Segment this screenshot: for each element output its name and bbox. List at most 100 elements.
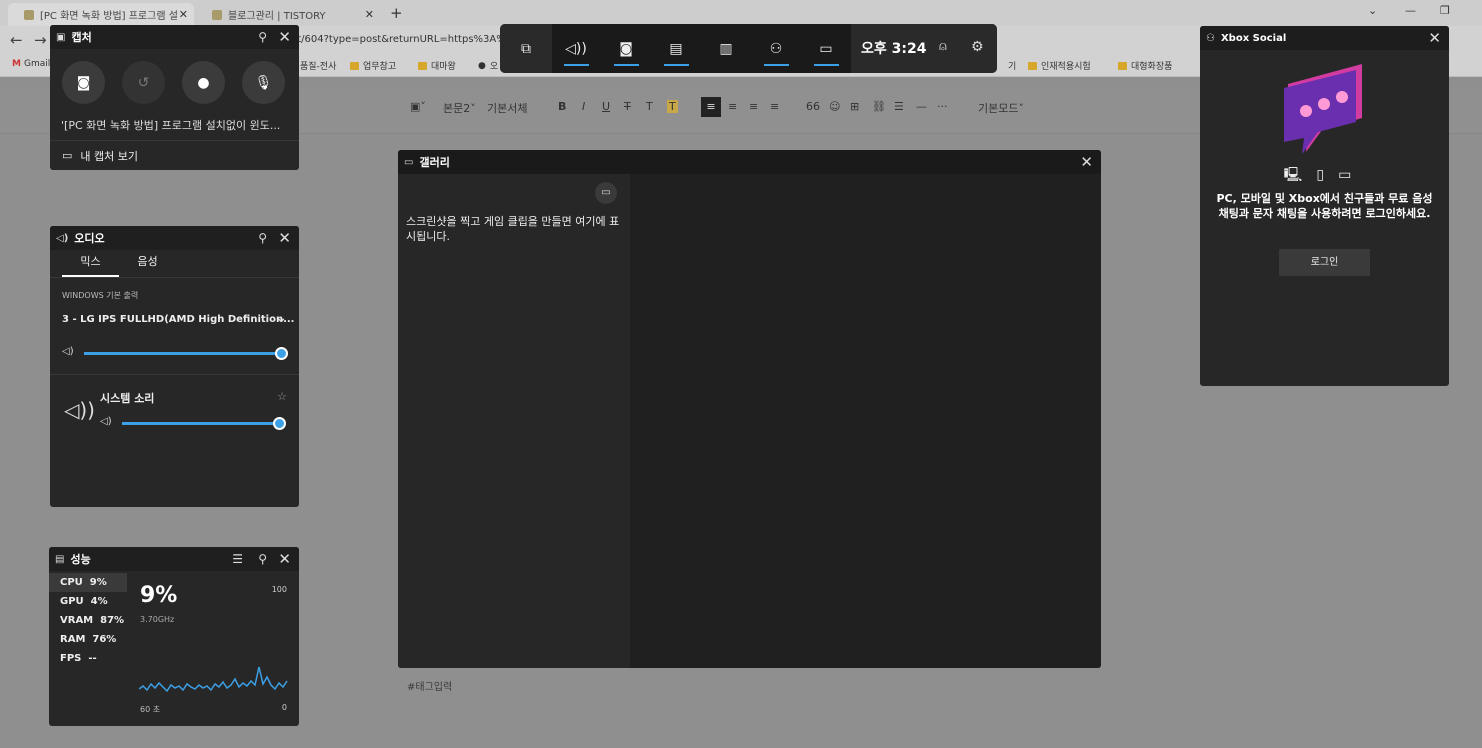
slider-fill <box>122 422 280 425</box>
align-justify-icon[interactable]: ≡ <box>770 100 779 113</box>
login-button[interactable]: 로그인 <box>1279 249 1370 276</box>
bookmark-item[interactable]: 인재적용시험 <box>1028 59 1091 72</box>
pin-icon[interactable]: ⚲ <box>258 552 267 566</box>
back-icon[interactable]: ← <box>10 31 23 49</box>
divider-icon[interactable]: — <box>916 100 927 113</box>
quote-icon[interactable]: 66 <box>806 100 820 113</box>
underline-icon[interactable]: U <box>602 100 610 113</box>
slider-track[interactable] <box>84 347 288 360</box>
tab-voice[interactable]: 음성 <box>119 250 176 277</box>
slider-thumb[interactable] <box>273 417 286 430</box>
bookmark-item[interactable]: ● 오 <box>478 59 498 73</box>
close-tab-icon[interactable]: ✕ <box>179 8 188 21</box>
pin-icon[interactable]: ⚲ <box>258 231 267 245</box>
gallery-widget: ▭ 갤러리 ✕ ▭ 스크린샷을 찍고 게임 클립을 만들면 여기에 표시됩니다. <box>398 150 1101 668</box>
capture-toggle-button[interactable]: ◙ <box>602 24 650 73</box>
app-volume-slider[interactable]: ◁) <box>100 416 290 430</box>
italic-icon[interactable]: I <box>582 100 585 113</box>
strikethrough-icon[interactable]: T <box>624 100 631 113</box>
image-insert-icon[interactable]: ▣˅ <box>410 100 426 113</box>
speaker-icon: ◁)) <box>64 398 95 422</box>
chat-bubble-illustration-icon <box>1284 64 1362 154</box>
table-icon[interactable]: ⊞ <box>850 100 859 113</box>
mouse-icon[interactable]: ⍝ <box>939 39 947 54</box>
resources-toggle-button[interactable]: ▥ <box>702 24 750 73</box>
record-last-30s-button[interactable]: ↺ <box>122 61 165 104</box>
camera-icon: ◙ <box>76 74 91 91</box>
screenshot-button[interactable]: ◙ <box>62 61 105 104</box>
start-recording-button[interactable]: ● <box>182 61 225 104</box>
clock-time: 오후 3:24 <box>861 41 927 57</box>
tag-input[interactable]: #태그입력 <box>407 678 452 693</box>
widget-menu-button[interactable]: ⧉ <box>502 24 550 73</box>
url-text[interactable]: st/604?type=post&returnURL=https%3A% <box>292 34 506 45</box>
bookmark-item[interactable]: 업무참고 <box>350 59 396 72</box>
bookmark-item[interactable]: 대마왕 <box>418 59 456 72</box>
chevron-down-icon: ⌄ <box>275 310 287 326</box>
audio-toggle-button[interactable]: ◁)) <box>552 24 600 73</box>
monitor-icon: ▤ <box>55 553 65 565</box>
capture-title: 캡처 <box>71 31 92 44</box>
paragraph-style-select[interactable]: 본문2˅ <box>443 100 476 116</box>
metric-fps[interactable]: FPS -- <box>49 649 127 668</box>
options-icon[interactable]: ☰ <box>232 552 243 566</box>
performance-toggle-button[interactable]: ▤ <box>652 24 700 73</box>
output-device-select[interactable]: 3 - LG IPS FULLHD(AMD High Definition...… <box>50 301 299 326</box>
favorite-star-icon[interactable]: ☆ <box>277 390 287 403</box>
graph-max: 100 <box>271 585 287 594</box>
master-volume-slider[interactable]: ◁) <box>62 346 294 360</box>
emoji-icon[interactable]: ☺ <box>829 100 840 113</box>
align-right-icon[interactable]: ≡ <box>749 100 758 113</box>
bookmark-item[interactable]: 기 <box>1008 59 1016 72</box>
browser-tab[interactable]: 블로그관리 | TISTORY ✕ <box>196 3 380 26</box>
usage-graph <box>139 666 288 693</box>
tab-favicon-icon <box>212 9 222 20</box>
more-icon[interactable]: ··· <box>937 100 948 113</box>
align-left-icon[interactable]: ≡ <box>701 97 721 117</box>
close-icon[interactable]: ✕ <box>1080 153 1093 171</box>
browser-tab-active[interactable]: [PC 화면 녹화 방법] 프로그램 설 ✕ <box>8 3 194 26</box>
metric-cpu[interactable]: CPU 9% <box>49 573 127 592</box>
close-icon[interactable]: ✕ <box>278 28 291 46</box>
forward-icon[interactable]: → <box>34 31 47 49</box>
mode-select[interactable]: 기본모드˅ <box>978 100 1024 116</box>
new-tab-button[interactable]: + <box>390 4 403 22</box>
close-tab-icon[interactable]: ✕ <box>365 8 374 21</box>
tab-search-icon[interactable]: ⌄ <box>1368 4 1377 17</box>
link-icon[interactable]: ⛓ <box>872 100 886 113</box>
close-icon[interactable]: ✕ <box>278 550 291 568</box>
pin-icon[interactable]: ⚲ <box>258 30 267 44</box>
list-icon[interactable]: ☰ <box>894 100 904 113</box>
slider-track[interactable] <box>122 417 286 430</box>
device-icons: 🖳▯▭ <box>1200 164 1449 188</box>
slider-thumb[interactable] <box>274 347 288 360</box>
console-icon: ▭ <box>1338 167 1366 183</box>
restore-button[interactable]: ❐ <box>1440 4 1450 17</box>
bookmark-item[interactable]: 품질-전사 <box>300 59 336 72</box>
highlight-icon[interactable]: T <box>667 100 678 113</box>
minimize-button[interactable]: — <box>1405 4 1416 17</box>
gear-icon[interactable]: ⚙ <box>971 39 984 55</box>
view-captures-link[interactable]: ▭ 내 캡처 보기 <box>50 140 299 170</box>
text-color-icon[interactable]: T <box>646 100 653 113</box>
gallery-empty-message: 스크린샷을 찍고 게임 클립을 만들면 여기에 표시됩니다. <box>406 215 620 243</box>
font-select[interactable]: 기본서체 <box>487 100 527 116</box>
mic-toggle-button[interactable]: 🎙︎ <box>242 61 285 104</box>
close-icon[interactable]: ✕ <box>278 229 291 247</box>
metric-gpu[interactable]: GPU 4% <box>49 592 127 611</box>
game-bar-toolbar: ⧉ ◁)) ◙ ▤ ▥ ⚇ ▭ 오후 3:24 ⍝ ⚙ <box>500 24 997 73</box>
metric-ram[interactable]: RAM 76% <box>49 630 127 649</box>
close-icon[interactable]: ✕ <box>1428 29 1441 47</box>
align-center-icon[interactable]: ≡ <box>728 100 737 113</box>
metric-vram[interactable]: VRAM 87% <box>49 611 127 630</box>
open-folder-button[interactable]: ▭ <box>595 182 617 204</box>
bookmark-gmail[interactable]: M Gmail <box>12 59 50 69</box>
bookmark-item[interactable]: 대형화장품 <box>1118 59 1172 72</box>
social-title: Xbox Social <box>1220 32 1287 44</box>
folder-icon: ▭ <box>601 187 611 198</box>
social-toggle-button[interactable]: ⚇ <box>752 24 800 73</box>
clock-area: 오후 3:24 ⍝ ⚙ <box>851 24 997 73</box>
gallery-toggle-button[interactable]: ▭ <box>802 24 850 73</box>
tab-mix[interactable]: 믹스 <box>62 250 119 277</box>
bold-icon[interactable]: B <box>558 100 566 113</box>
